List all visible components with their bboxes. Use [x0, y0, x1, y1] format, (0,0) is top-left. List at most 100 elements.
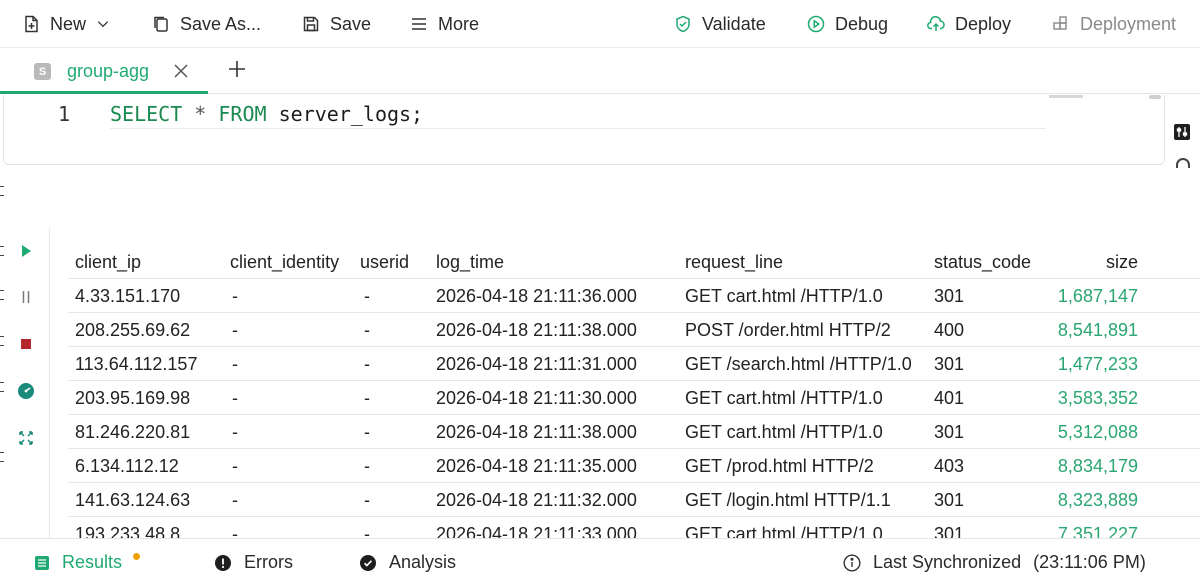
cell-size: 8,323,889 — [1057, 490, 1138, 510]
minimap[interactable] — [1049, 95, 1083, 98]
notification-dot — [133, 553, 140, 560]
analysis-tab[interactable]: Analysis — [359, 552, 456, 573]
cell-client-ip: 208.255.69.62 — [75, 320, 191, 340]
cell-client-ip: 203.95.169.98 — [75, 388, 191, 408]
cell-userid: - — [364, 388, 370, 408]
pause-icon — [22, 291, 30, 303]
new-button[interactable]: New — [22, 12, 110, 36]
cell-size: 1,687,147 — [1057, 286, 1138, 306]
search-icon[interactable] — [1176, 158, 1190, 168]
table-row[interactable]: 113.64.112.157 - - 2026-04-18 21:11:31.000 G… — [68, 347, 1200, 381]
cell-request-line: GET cart.html /HTTP/1.0 — [685, 422, 883, 442]
tab-group-agg[interactable]: S group-agg — [0, 48, 208, 94]
results-table: client_ip client_identity userid log_tim… — [68, 245, 1200, 551]
cell-request-line: POST /order.html HTTP/2 — [685, 320, 891, 340]
cell-client-identity: - — [232, 320, 238, 340]
cell-status-code: 401 — [934, 388, 965, 408]
column-header-request-line[interactable]: request_line — [685, 252, 783, 273]
cell-userid: - — [364, 354, 370, 374]
more-button-label: More — [438, 13, 480, 34]
sql-editor[interactable]: 1 SELECT * FROM server_logs; — [3, 95, 1165, 165]
cell-status-code: 301 — [934, 422, 965, 442]
table-row[interactable]: 203.95.169.98 - - 2026-04-18 21:11:30.000 GE… — [68, 381, 1200, 415]
table-identifier: server_logs; — [278, 102, 424, 126]
save-button[interactable]: Save — [302, 12, 371, 36]
table-row[interactable]: 141.63.124.63 - - 2026-04-18 21:11:32.000 GE… — [68, 483, 1200, 517]
cell-userid: - — [364, 456, 370, 476]
table-row[interactable]: 208.255.69.62 - - 2026-04-18 21:11:38.000 PO… — [68, 313, 1200, 347]
cell-client-identity: - — [232, 354, 238, 374]
close-icon[interactable] — [172, 62, 190, 80]
column-header-size[interactable]: size — [1018, 252, 1138, 273]
run-button[interactable] — [16, 241, 36, 261]
validate-button[interactable]: Validate — [674, 12, 766, 36]
pause-button[interactable] — [16, 287, 36, 307]
cell-status-code: 301 — [934, 354, 965, 374]
column-header-client-identity[interactable]: client_identity — [230, 252, 339, 273]
cell-status-code: 400 — [934, 320, 965, 340]
cell-client-identity: - — [232, 286, 238, 306]
save-as-button[interactable]: Save As... — [152, 12, 261, 36]
cell-log-time: 2026-04-18 21:11:30.000 — [436, 388, 637, 408]
deployment-button[interactable]: Deployment — [1052, 12, 1176, 36]
results-tab[interactable]: Results — [34, 552, 122, 573]
code-line[interactable]: SELECT * FROM server_logs; — [110, 102, 423, 126]
error-icon — [215, 554, 231, 571]
table-row[interactable]: 81.246.220.81 - - 2026-04-18 21:11:38.000 GE… — [68, 415, 1200, 449]
play-icon — [22, 245, 31, 257]
settings-sliders-icon[interactable] — [1174, 124, 1190, 140]
cell-client-identity: - — [232, 388, 238, 408]
table-row[interactable]: 6.134.112.12 - - 2026-04-18 21:11:35.000 GET… — [68, 449, 1200, 483]
column-header-status-code[interactable]: status_code — [934, 252, 1031, 273]
cell-status-code: 301 — [934, 286, 965, 306]
stop-button[interactable] — [16, 334, 36, 354]
column-header-log-time[interactable]: log_time — [436, 252, 504, 273]
performance-button[interactable] — [16, 381, 36, 401]
cell-log-time: 2026-04-18 21:11:35.000 — [436, 456, 637, 476]
cell-size: 8,541,891 — [1057, 320, 1138, 340]
expand-icon — [19, 431, 33, 445]
deploy-button-label: Deploy — [955, 13, 1012, 34]
star-operator: * — [194, 102, 207, 126]
cell-userid: - — [364, 422, 370, 442]
add-tab-icon[interactable] — [227, 59, 247, 79]
save-icon — [303, 16, 319, 32]
cell-client-identity: - — [232, 456, 238, 476]
gauge-icon — [18, 383, 34, 399]
editor-scrollbar[interactable] — [1149, 95, 1161, 99]
new-button-label: New — [50, 13, 87, 34]
column-header-client-ip[interactable]: client_ip — [75, 252, 141, 273]
cloud-upload-icon — [927, 16, 945, 31]
tab-bar: S group-agg — [0, 48, 1200, 94]
column-header-userid[interactable]: userid — [360, 252, 409, 273]
sync-status: Last Synchronized (23:11:06 PM) — [843, 552, 1146, 573]
new-file-icon — [25, 15, 38, 33]
chevron-down-icon — [97, 21, 109, 28]
table-row[interactable]: 4.33.151.170 - - 2026-04-18 21:11:36.000 GET… — [68, 279, 1200, 313]
cell-size: 8,834,179 — [1057, 456, 1138, 476]
cell-userid: - — [364, 490, 370, 510]
menu-lines-icon — [412, 18, 426, 30]
tab-label: group-agg — [67, 61, 150, 81]
debug-button-label: Debug — [835, 13, 889, 34]
cell-client-identity: - — [232, 422, 238, 442]
cell-log-time: 2026-04-18 21:11:31.000 — [436, 354, 637, 374]
errors-tab[interactable]: Errors — [214, 552, 293, 573]
cell-log-time: 2026-04-18 21:11:32.000 — [436, 490, 637, 510]
play-circle-icon — [807, 15, 825, 33]
table-header: client_ip client_identity userid log_tim… — [68, 245, 1200, 279]
deploy-button[interactable]: Deploy — [927, 12, 1011, 36]
cell-client-ip: 113.64.112.157 — [75, 354, 198, 374]
status-bar: Results Errors Analysis Last Synchronize… — [0, 538, 1200, 582]
cell-client-ip: 6.134.112.12 — [75, 456, 179, 476]
deployment-button-label: Deployment — [1080, 13, 1177, 34]
cell-request-line: GET /login.html HTTP/1.1 — [685, 490, 891, 510]
debug-button[interactable]: Debug — [807, 12, 888, 36]
copy-icon — [154, 16, 168, 32]
expand-button[interactable] — [16, 428, 36, 448]
check-circle-icon — [360, 554, 376, 571]
keyword-from: FROM — [218, 102, 267, 126]
results-panel: client_ip client_identity userid log_tim… — [0, 228, 1200, 551]
more-button[interactable]: More — [410, 12, 479, 36]
cell-userid: - — [364, 320, 370, 340]
